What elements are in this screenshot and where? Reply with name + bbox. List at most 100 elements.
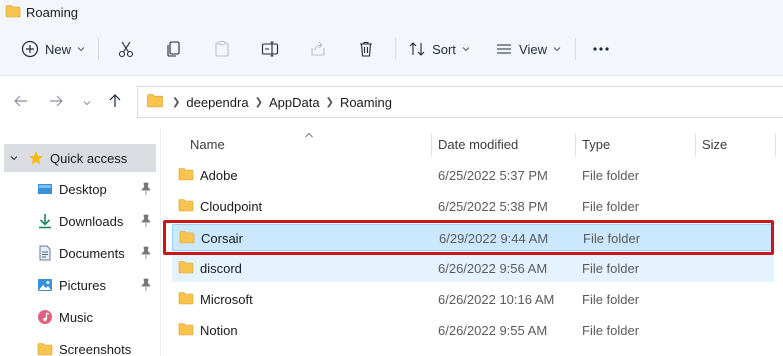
pin-icon bbox=[140, 214, 152, 231]
breadcrumb-appdata[interactable]: AppData bbox=[269, 95, 320, 110]
copy-button[interactable] bbox=[160, 35, 188, 63]
breadcrumb-roaming[interactable]: Roaming bbox=[340, 95, 392, 110]
file-name: discord bbox=[200, 261, 242, 276]
navigation-pane: Quick access Desktop Downloads Documents bbox=[0, 128, 160, 356]
chevron-right-icon: ❯ bbox=[325, 96, 334, 108]
folder-icon bbox=[37, 341, 53, 356]
toolbar-separator bbox=[575, 38, 576, 60]
chevron-down-icon bbox=[553, 46, 561, 52]
sidebar-item-pictures[interactable]: Pictures bbox=[0, 271, 156, 299]
table-row[interactable]: discord 6/26/2022 9:56 AM File folder bbox=[172, 255, 774, 282]
sidebar-item-label: Quick access bbox=[50, 150, 128, 166]
folder-icon bbox=[178, 198, 194, 215]
back-button[interactable] bbox=[10, 91, 32, 113]
share-button[interactable] bbox=[304, 35, 332, 63]
table-row[interactable]: Notion 6/26/2022 9:55 AM File folder bbox=[172, 317, 774, 344]
file-type: File folder bbox=[583, 231, 641, 246]
trash-icon bbox=[357, 40, 375, 58]
sidebar-item-quick-access[interactable]: Quick access bbox=[4, 144, 156, 172]
sidebar-item-label: Screenshots bbox=[59, 341, 132, 356]
sidebar-item-desktop[interactable]: Desktop bbox=[0, 175, 156, 203]
file-date: 6/25/2022 5:37 PM bbox=[438, 168, 548, 183]
more-options-button[interactable] bbox=[586, 35, 616, 63]
table-row[interactable]: Microsoft 6/26/2022 10:16 AM File folder bbox=[172, 286, 774, 313]
window-title: Roaming bbox=[26, 4, 79, 20]
folder-icon bbox=[179, 230, 195, 247]
sort-button[interactable]: Sort bbox=[406, 35, 472, 63]
toolbar-separator bbox=[395, 38, 396, 60]
arrow-up-icon bbox=[108, 93, 122, 112]
plus-icon bbox=[21, 40, 39, 58]
sidebar-item-downloads[interactable]: Downloads bbox=[0, 207, 156, 235]
toolbar-separator bbox=[98, 38, 99, 60]
pin-icon bbox=[140, 278, 152, 295]
forward-button[interactable] bbox=[45, 91, 67, 113]
column-header-type[interactable]: Type bbox=[582, 128, 610, 160]
desktop-icon bbox=[37, 181, 53, 197]
file-name: Cloudpoint bbox=[200, 199, 263, 214]
column-header-date-modified[interactable]: Date modified bbox=[438, 128, 518, 160]
chevron-down-icon[interactable] bbox=[8, 155, 20, 161]
rename-icon bbox=[261, 40, 279, 58]
title-bar: Roaming bbox=[0, 0, 783, 24]
table-row[interactable]: Adobe 6/25/2022 5:37 PM File folder bbox=[172, 162, 774, 189]
address-row: ❯ deependra ❯ AppData ❯ Roaming bbox=[0, 76, 783, 128]
sort-button-label: Sort bbox=[432, 41, 456, 57]
sidebar-item-screenshots[interactable]: Screenshots bbox=[0, 335, 156, 356]
folder-icon bbox=[178, 260, 194, 277]
folder-icon bbox=[178, 167, 194, 184]
column-divider[interactable] bbox=[431, 133, 432, 157]
up-button[interactable] bbox=[104, 91, 126, 113]
rename-button[interactable] bbox=[256, 35, 284, 63]
arrow-left-icon bbox=[13, 94, 29, 111]
sort-ascending-icon bbox=[304, 128, 314, 142]
column-header-label: Date modified bbox=[438, 136, 519, 152]
music-icon bbox=[37, 309, 53, 325]
chevron-down-icon bbox=[77, 46, 85, 52]
clipboard-icon bbox=[213, 40, 231, 58]
column-header-label: Name bbox=[190, 136, 225, 152]
copy-icon bbox=[165, 40, 183, 58]
column-divider[interactable] bbox=[775, 133, 776, 157]
star-icon bbox=[28, 150, 44, 166]
pin-icon bbox=[140, 182, 152, 199]
sidebar-item-documents[interactable]: Documents bbox=[0, 239, 156, 267]
download-icon bbox=[37, 213, 53, 229]
column-header-name[interactable]: Name bbox=[190, 128, 225, 160]
picture-icon bbox=[37, 277, 53, 293]
sidebar-item-label: Music bbox=[59, 309, 93, 325]
chevron-right-icon: ❯ bbox=[172, 96, 181, 108]
file-type: File folder bbox=[582, 323, 640, 338]
share-icon bbox=[309, 40, 327, 58]
view-button[interactable]: View bbox=[494, 35, 562, 63]
delete-button[interactable] bbox=[352, 35, 380, 63]
new-button-label: New bbox=[44, 41, 71, 57]
file-name: Notion bbox=[200, 323, 238, 338]
scissors-icon bbox=[117, 40, 135, 58]
view-button-label: View bbox=[519, 41, 547, 57]
file-list: Name Date modified Type Size Adobe 6/25/… bbox=[161, 128, 783, 356]
table-row[interactable]: Cloudpoint 6/25/2022 5:38 PM File folder bbox=[172, 193, 774, 220]
new-button[interactable]: New bbox=[18, 35, 88, 63]
sidebar-item-music[interactable]: Music bbox=[0, 303, 156, 331]
recent-locations-button[interactable] bbox=[76, 91, 98, 113]
cut-button[interactable] bbox=[112, 35, 140, 63]
paste-button[interactable] bbox=[208, 35, 236, 63]
file-date: 6/26/2022 10:16 AM bbox=[438, 292, 555, 307]
file-type: File folder bbox=[582, 261, 640, 276]
file-date: 6/26/2022 9:55 AM bbox=[438, 323, 548, 338]
file-name: Corsair bbox=[201, 231, 243, 246]
sidebar-item-label: Downloads bbox=[59, 213, 124, 229]
file-name: Adobe bbox=[200, 168, 238, 183]
column-divider[interactable] bbox=[575, 133, 576, 157]
chevron-down-icon bbox=[462, 46, 470, 52]
column-divider[interactable] bbox=[695, 133, 696, 157]
folder-icon bbox=[146, 93, 164, 111]
breadcrumb-user[interactable]: deependra bbox=[186, 95, 248, 110]
table-row-selected[interactable]: Corsair 6/29/2022 9:44 AM File folder bbox=[172, 224, 774, 251]
address-bar[interactable]: ❯ deependra ❯ AppData ❯ Roaming bbox=[137, 86, 783, 118]
file-type: File folder bbox=[582, 168, 640, 183]
chevron-down-icon bbox=[83, 95, 91, 109]
column-header-size[interactable]: Size bbox=[702, 128, 727, 160]
command-bar: New Sort View bbox=[0, 24, 783, 76]
